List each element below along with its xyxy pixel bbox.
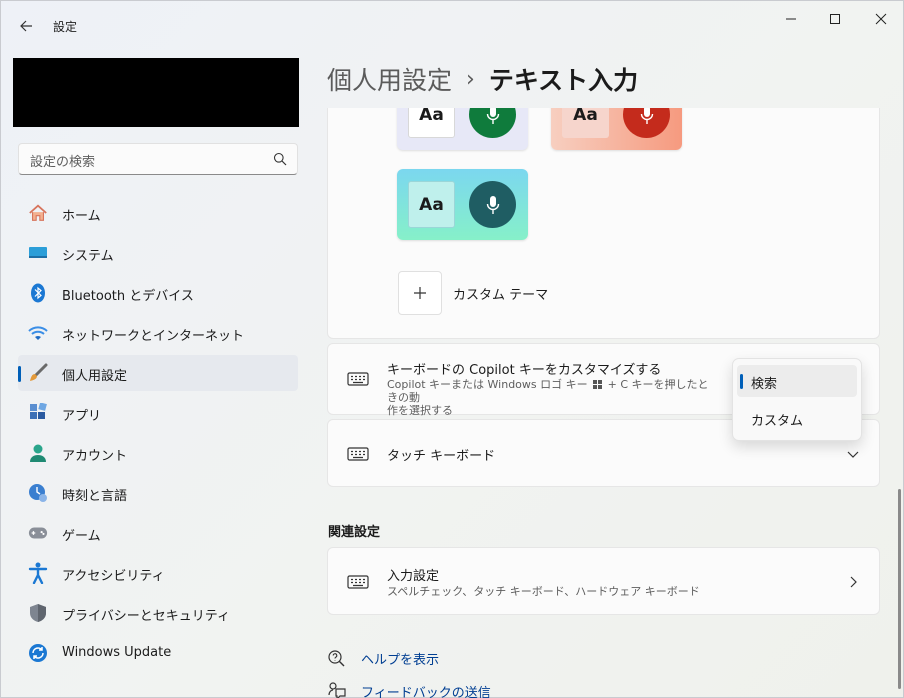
custom-theme-button[interactable]: カスタム テーマ [398,270,548,316]
back-button[interactable] [13,13,39,39]
copilot-key-dropdown[interactable]: 検索 カスタム [732,358,862,441]
sidebar-item-label: 個人用設定 [62,369,128,384]
brush-icon [28,363,48,383]
minimize-icon [786,18,796,20]
dropdown-option-label: 検索 [751,377,778,392]
search-placeholder: 設定の検索 [30,155,96,170]
gamepad-icon [28,523,48,543]
keyboard-icon [347,443,369,465]
search-input[interactable]: 設定の検索 [18,143,298,175]
sidebar-item-personalization[interactable]: 個人用設定 [18,355,298,391]
chevron-right-icon [845,574,861,590]
sidebar-item-label: プライバシーとセキュリティ [62,609,230,624]
feedback-link[interactable]: フィードバックの送信 [327,679,491,698]
copilot-key-description: Copilot キーまたは Windows ロゴ キー + C キーを押したとき… [387,378,717,417]
update-icon [28,643,48,663]
sidebar-item-label: ホーム [62,209,101,224]
feedback-link-text[interactable]: フィードバックの送信 [361,682,491,698]
theme-preview-aa: Aa [408,181,455,228]
keyboard-icon [347,571,369,593]
title-bar: 設定 [1,1,904,49]
sidebar-item-accessibility[interactable]: アクセシビリティ [18,555,298,591]
breadcrumb: 個人用設定 › テキスト入力 [327,59,638,99]
plus-icon [398,271,442,315]
microphone-icon [469,108,516,138]
input-settings-description: スペルチェック、タッチ キーボード、ハードウェア キーボード [387,585,700,598]
feedback-icon [327,681,347,698]
related-settings-heading: 関連設定 [328,525,381,540]
copilot-key-title: キーボードの Copilot キーをカスタマイズする [387,363,662,378]
sidebar-item-label: ゲーム [62,529,101,544]
help-link-text[interactable]: ヘルプを表示 [361,649,439,668]
sidebar-item-label: ネットワークとインターネット [62,329,245,344]
sidebar-item-apps[interactable]: アプリ [18,395,298,431]
input-settings-link[interactable]: 入力設定 スペルチェック、タッチ キーボード、ハードウェア キーボード [327,547,880,615]
theme-preview-aa: Aa [408,108,455,138]
shield-icon [28,603,48,623]
breadcrumb-separator: › [466,66,475,92]
sidebar-item-time-language[interactable]: 時刻と言語 [18,475,298,511]
custom-theme-label: カスタム テーマ [453,287,549,303]
page-title: テキスト入力 [488,66,639,95]
sidebar-item-windows-update[interactable]: Windows Update [18,635,298,671]
system-icon [28,243,48,263]
accessibility-icon [28,562,48,584]
dropdown-option-search[interactable]: 検索 [737,365,857,397]
sidebar-item-label: Windows Update [62,645,172,660]
windows-logo-icon [593,380,603,389]
sidebar-item-label: 時刻と言語 [62,489,128,504]
close-icon [875,13,887,25]
account-profile-card[interactable] [13,58,299,127]
time-language-icon [28,483,48,503]
theme-card-aqua[interactable]: Aa [397,169,528,240]
close-button[interactable] [858,5,904,33]
back-arrow-icon [20,20,32,32]
theme-preview-aa: Aa [562,108,609,138]
theme-card-coral[interactable]: Aa [551,108,682,150]
sidebar-item-gaming[interactable]: ゲーム [18,515,298,551]
sidebar-nav: ホーム システム Bluetooth とデバイス ネットワークとインターネット … [18,195,298,675]
search-icon [273,152,287,166]
apps-icon [28,403,48,423]
copilot-desc-part3: 作を選択する [387,404,453,417]
home-icon [28,203,48,223]
sidebar-item-label: アプリ [62,409,102,424]
help-link[interactable]: ヘルプを表示 [327,646,439,670]
input-settings-title: 入力設定 [387,569,440,584]
microphone-icon [623,108,670,138]
sidebar-item-home[interactable]: ホーム [18,195,298,231]
sidebar-item-privacy[interactable]: プライバシーとセキュリティ [18,595,298,631]
sidebar-item-system[interactable]: システム [18,235,298,271]
theme-panel: Aa Aa Aa カスタム テーマ [327,108,880,339]
sidebar-item-label: アカウント [62,449,128,464]
chevron-down-icon[interactable] [845,446,861,462]
wifi-icon [28,323,48,343]
copilot-desc-part1: Copilot キーまたは Windows ロゴ キー [387,378,588,391]
maximize-icon [830,14,840,24]
bluetooth-icon [28,283,48,303]
settings-window: 設定 設定の検索 ホーム システム Bluetooth とデバイス ネットワーク… [0,0,904,698]
dropdown-option-custom[interactable]: カスタム [737,402,857,434]
dropdown-option-label: カスタム [751,414,804,429]
help-icon [327,648,347,668]
sidebar-item-bluetooth[interactable]: Bluetooth とデバイス [18,275,298,311]
breadcrumb-parent[interactable]: 個人用設定 [327,61,452,97]
sidebar-item-accounts[interactable]: アカウント [18,435,298,471]
sidebar-item-label: システム [62,249,114,264]
content-scrollbar[interactable] [898,489,901,689]
theme-card-lavender[interactable]: Aa [397,108,528,150]
app-title: 設定 [53,20,78,34]
touch-keyboard-title: タッチ キーボード [387,449,496,464]
maximize-button[interactable] [812,5,858,33]
sidebar-item-network[interactable]: ネットワークとインターネット [18,315,298,351]
keyboard-icon [347,368,369,390]
account-icon [28,443,48,463]
microphone-icon [469,181,516,228]
sidebar-item-label: Bluetooth とデバイス [62,289,194,304]
minimize-button[interactable] [768,5,814,33]
sidebar-item-label: アクセシビリティ [62,569,165,584]
